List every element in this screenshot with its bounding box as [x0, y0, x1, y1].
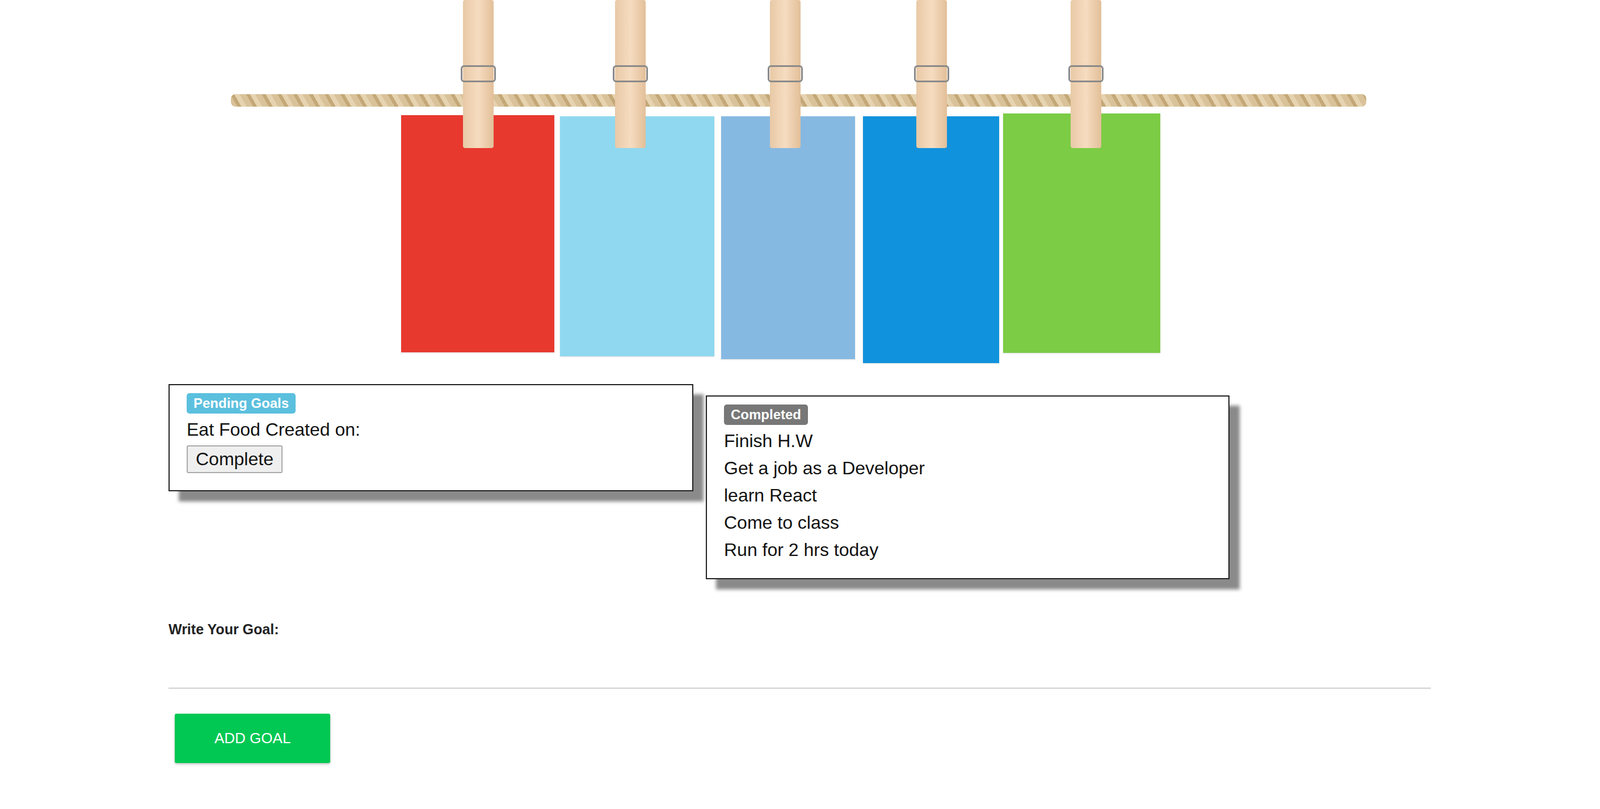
banner-area: [0, 0, 1600, 366]
badge-row: Completed: [723, 404, 1212, 428]
add-goal-button[interactable]: ADD GOAL: [174, 713, 331, 764]
badge-row: Pending Goals: [186, 393, 676, 416]
clothespin-icon: [769, 0, 801, 149]
completed-goal-item: Come to class: [723, 508, 1212, 537]
letter-card: [1003, 113, 1161, 353]
goals-banner-image: [230, 0, 1367, 366]
goal-panels: Pending GoalsEat Food Created on:Complet…: [168, 384, 1431, 580]
pending-goal-item: Eat Food Created on:Complete: [186, 415, 676, 474]
completed-badge: Completed: [723, 404, 808, 425]
clothespin-icon: [615, 0, 646, 149]
letter-card: [721, 116, 856, 360]
completed-goal-item: Finish H.W: [723, 427, 1212, 455]
goal-input[interactable]: [168, 643, 1431, 689]
completed-goal-item: learn React: [723, 481, 1212, 509]
goal-label: Write Your Goal:: [168, 621, 1431, 638]
completed-goal-item: Run for 2 hrs today: [723, 536, 1212, 564]
completed-goals-panel: CompletedFinish H.WGet a job as a Develo…: [705, 395, 1230, 580]
completed-goal-item: Get a job as a Developer: [723, 454, 1212, 482]
goal-form: Write Your Goal: ADD GOAL: [168, 621, 1431, 764]
pending-goals-panel: Pending GoalsEat Food Created on:Complet…: [168, 384, 694, 492]
main-content: Pending GoalsEat Food Created on:Complet…: [0, 365, 1431, 764]
pending-badge: Pending Goals: [186, 393, 296, 414]
letter-card: [862, 116, 1000, 364]
clothespin-icon: [1070, 0, 1102, 149]
complete-button[interactable]: Complete: [186, 445, 283, 474]
clothespin-icon: [462, 0, 494, 149]
goal-text: Eat Food Created on:: [186, 415, 676, 444]
clothespin-icon: [916, 0, 947, 149]
letter-card: [560, 116, 715, 357]
letter-card: [401, 115, 555, 353]
